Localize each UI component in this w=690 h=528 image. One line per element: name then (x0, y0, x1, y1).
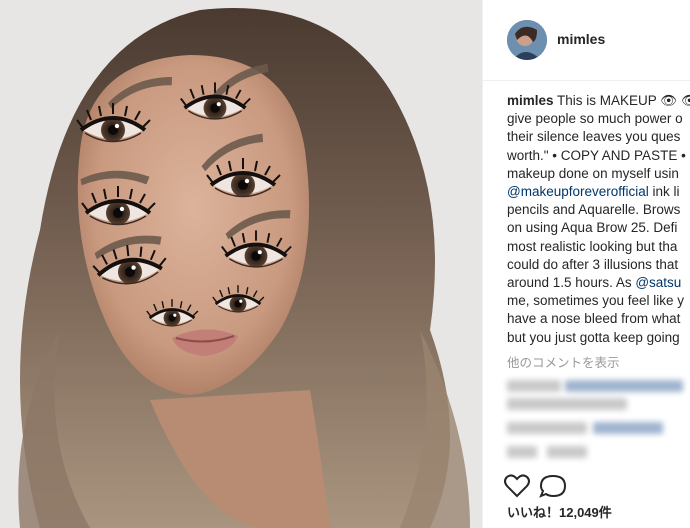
blurred-comment-username (507, 422, 587, 434)
blurred-comment-mention (593, 422, 663, 434)
blurred-comment-text (547, 446, 587, 458)
avatar[interactable] (507, 20, 547, 60)
post-header: mimles (483, 0, 690, 81)
post-sidebar: mimles mimles This is MAKEUP 👁 👁 give pe… (482, 0, 690, 528)
caption-line: most realistic looking but tha (507, 238, 678, 254)
caption-text: ink li (648, 184, 680, 200)
caption-text: around 1.5 hours. As (507, 275, 636, 291)
caption-line-1: This is MAKEUP 👁 👁 (557, 93, 690, 108)
mention-satsu[interactable]: @satsu (635, 275, 681, 290)
caption-line: give people so much power o (507, 111, 683, 127)
caption-line: worth." • COPY AND PASTE • (507, 147, 686, 163)
caption-line: @makeupforeverofficial ink li (507, 183, 690, 201)
post-author-username[interactable]: mimles (557, 31, 605, 47)
blurred-comment-username (507, 446, 537, 458)
likes-count[interactable]: いいね！12,049件 (507, 502, 612, 521)
caption-line: on using Aqua Brow 25. Defi (507, 220, 678, 236)
post-actions (503, 472, 690, 500)
blurred-comment-mention (565, 380, 683, 392)
mention-makeupforever[interactable]: @makeupforeverofficial (507, 184, 649, 199)
caption-line: me, sometimes you feel like y (507, 293, 685, 309)
blurred-comment-username (507, 380, 561, 392)
makeup-illusion-photo (0, 0, 482, 528)
action-icons (504, 474, 567, 498)
blurred-comment-text (507, 398, 627, 410)
blurred-comments (507, 374, 690, 474)
caption-username[interactable]: mimles (507, 93, 554, 108)
comment-icon[interactable] (539, 474, 567, 498)
caption-line: around 1.5 hours. As @satsu (507, 274, 690, 292)
instagram-post-view: mimles mimles This is MAKEUP 👁 👁 give pe… (0, 0, 690, 528)
caption-line: makeup done on myself usin (507, 165, 679, 181)
load-more-comments[interactable]: 他のコメントを表示 (507, 352, 620, 371)
avatar-image (507, 20, 547, 60)
caption-line: mimles This is MAKEUP 👁 👁 (507, 92, 690, 110)
caption-line: pencils and Aquarelle. Brows (507, 202, 681, 218)
caption-line: have a nose bleed from what (507, 311, 681, 327)
caption-line: could do after 3 illusions that (507, 256, 679, 272)
heart-icon[interactable] (504, 474, 530, 498)
post-caption: mimles This is MAKEUP 👁 👁 give people so… (507, 92, 690, 347)
caption-line: their silence leaves you ques (507, 129, 681, 145)
caption-line: but you just gotta keep going (507, 329, 680, 345)
post-photo[interactable] (0, 0, 482, 528)
